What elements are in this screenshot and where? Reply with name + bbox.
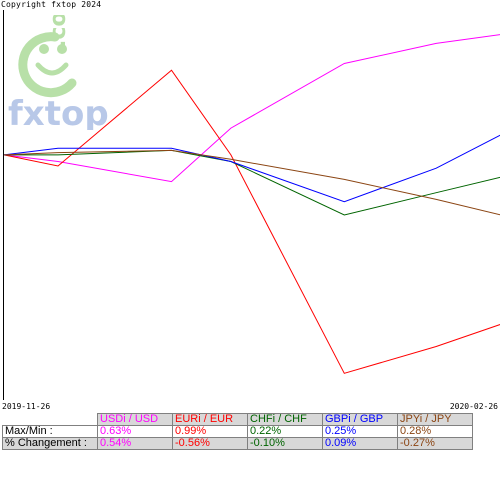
stats-header-usd: USDi / USD [97,413,173,426]
series-line-gbp [3,134,500,203]
stats-change-chf: -0.10% [247,437,323,450]
stats-maxmin-eur: 0.99% [172,425,248,438]
x-tick-label-start: 2019-11-26 [2,402,51,411]
stats-change-usd: 0.54% [97,437,173,450]
line-chart-svg [3,34,500,374]
stats-maxmin-usd: 0.63% [97,425,173,438]
stats-change-jpy: -0.27% [397,437,473,450]
stats-corner-cell [2,413,98,426]
stats-header-jpy: JPYi / JPY [397,413,473,426]
stats-change-eur: -0.56% [172,437,248,450]
stats-maxmin-label: Max/Min : [2,425,98,438]
copyright-label: Copyright fxtop 2024 [1,0,102,9]
stats-change-gbp: 0.09% [322,437,398,450]
stats-header-gbp: GBPi / GBP [322,413,398,426]
stats-maxmin-chf: 0.22% [247,425,323,438]
series-line-jpy [3,149,500,216]
chart-canvas: Copyright fxtop 2024 .com fxtop 2019-11-… [0,0,500,500]
stats-maxmin-jpy: 0.28% [397,425,473,438]
series-line-chf [4,149,500,216]
stats-change-label: % Changement : [2,437,98,450]
stats-header-chf: CHFi / CHF [247,413,323,426]
x-tick-label-end: 2020-02-26 [449,402,498,411]
stats-change-row: % Changement : 0.54% -0.56% -0.10% 0.09%… [2,437,473,450]
plot-area [3,10,500,400]
stats-header-eur: EURi / EUR [172,413,248,426]
stats-table: USDi / USD EURi / EUR CHFi / CHF GBPi / … [2,413,473,450]
stats-maxmin-gbp: 0.25% [322,425,398,438]
stats-maxmin-row: Max/Min : 0.63% 0.99% 0.22% 0.25% 0.28% [2,425,473,438]
stats-header-row: USDi / USD EURi / EUR CHFi / CHF GBPi / … [2,413,473,426]
series-line-usd [3,34,500,183]
